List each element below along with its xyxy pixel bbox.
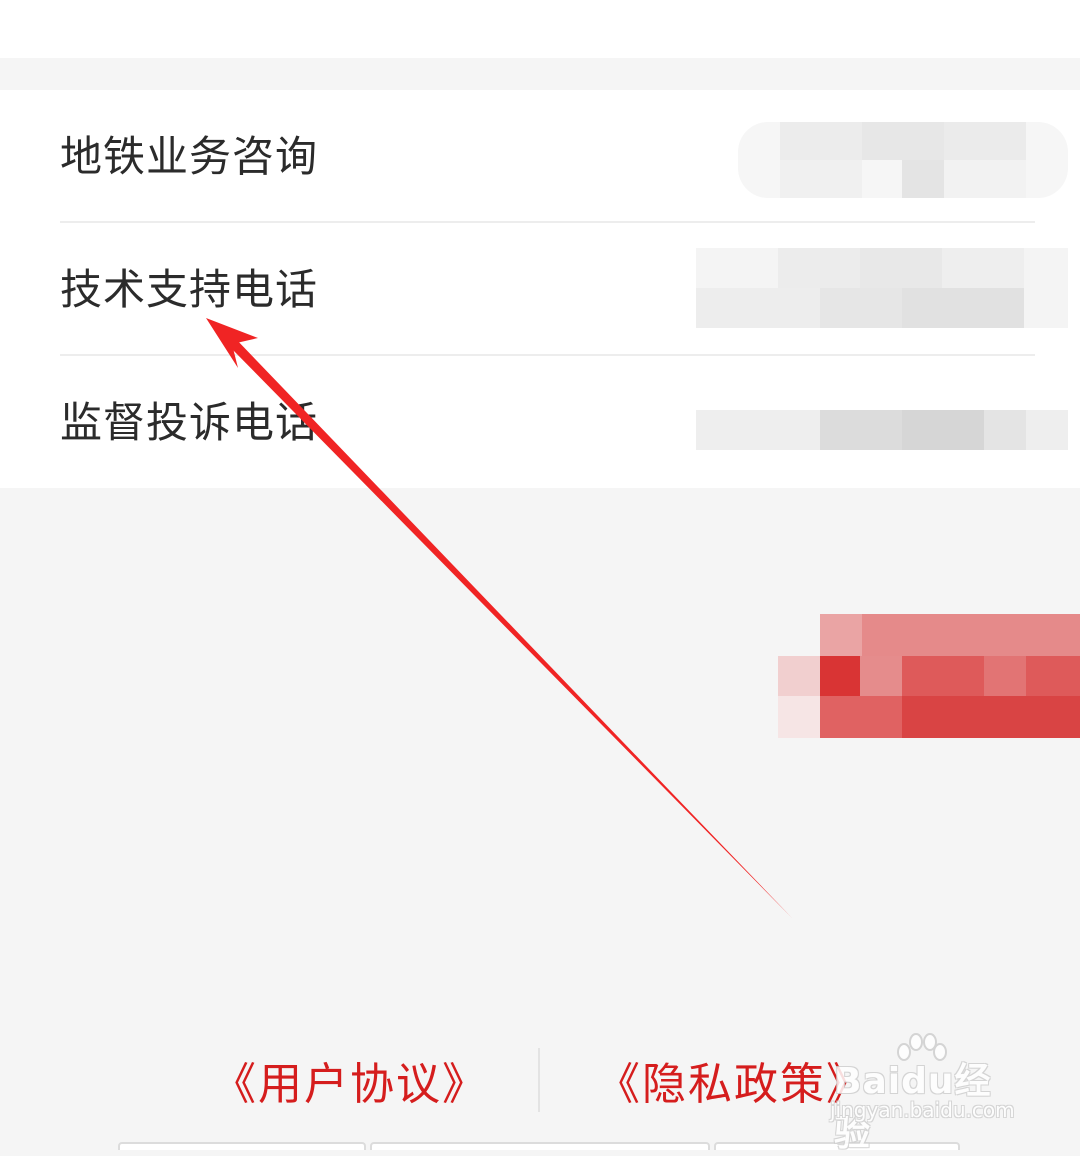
- redacted-phone-number: [696, 410, 1068, 450]
- bottom-tab[interactable]: [370, 1142, 710, 1150]
- redacted-red-button[interactable]: [778, 614, 1080, 738]
- redacted-phone-number: [738, 122, 1068, 198]
- link-separator: [538, 1048, 540, 1112]
- user-agreement-link[interactable]: 《用户协议》: [212, 1050, 488, 1120]
- bottom-tab[interactable]: [118, 1142, 366, 1150]
- redacted-phone-number: [696, 248, 1068, 328]
- top-panel: [0, 0, 1080, 58]
- baidu-jingyan-watermark: Baidu经验 jingyan.baidu.com: [828, 1032, 1028, 1154]
- contact-label: 监督投诉电话: [60, 398, 319, 447]
- contact-label: 技术支持电话: [60, 265, 319, 314]
- watermark-url: jingyan.baidu.com: [830, 1098, 1015, 1122]
- contact-label: 地铁业务咨询: [60, 132, 319, 181]
- contact-list: 地铁业务咨询 技术支持电话 监督投诉电话: [0, 90, 1080, 488]
